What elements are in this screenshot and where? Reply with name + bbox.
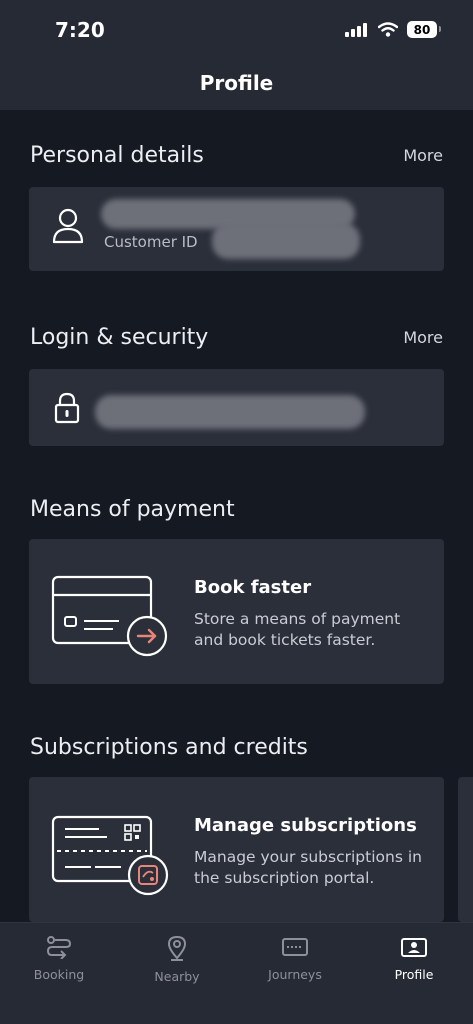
tab-profile-label: Profile (394, 967, 434, 982)
credit-card-arrow-icon (51, 575, 168, 657)
manage-subscriptions-card[interactable]: Manage subscriptions Manage your subscri… (29, 777, 444, 922)
location-pin-icon (167, 935, 187, 961)
lock-icon (54, 392, 80, 424)
signal-icon (345, 22, 367, 37)
tab-nearby[interactable]: Nearby (118, 923, 236, 993)
bottom-tab-bar: Booking Nearby Journeys Profile (0, 922, 473, 1024)
route-icon (46, 936, 72, 959)
customer-id-label: Customer ID (104, 233, 198, 251)
redacted-customer-id (212, 223, 360, 259)
book-faster-heading: Book faster (194, 577, 312, 598)
manage-subscriptions-heading: Manage subscriptions (194, 815, 417, 836)
personal-details-title: Personal details (30, 143, 204, 168)
tab-journeys-label: Journeys (268, 967, 322, 982)
profile-card-icon (401, 938, 427, 957)
book-faster-card[interactable]: Book faster Store a means of payment and… (29, 539, 444, 684)
status-time: 7:20 (55, 18, 105, 42)
status-icons: 80 (345, 21, 441, 38)
redacted-login (95, 395, 365, 429)
page-title: Profile (199, 71, 274, 95)
login-security-more-link[interactable]: More (403, 328, 443, 347)
wifi-icon (378, 22, 398, 37)
ticket-icon (282, 938, 308, 956)
tab-booking[interactable]: Booking (0, 923, 118, 993)
tab-profile[interactable]: Profile (355, 923, 473, 993)
tab-journeys[interactable]: Journeys (236, 923, 354, 993)
login-security-title: Login & security (30, 325, 209, 350)
personal-details-card[interactable]: Customer ID (29, 187, 444, 271)
battery-indicator: 80 (407, 21, 441, 38)
manage-subscriptions-description: Manage your subscriptions in the subscri… (194, 848, 422, 887)
top-bar: 7:20 80 Profile (0, 0, 473, 110)
personal-details-more-link[interactable]: More (403, 146, 443, 165)
means-of-payment-title: Means of payment (30, 497, 235, 522)
tab-nearby-label: Nearby (154, 969, 200, 984)
subscription-card-icon (51, 815, 169, 896)
subscriptions-credits-title: Subscriptions and credits (30, 735, 308, 760)
next-card-peek[interactable] (458, 777, 473, 922)
login-security-card[interactable] (29, 369, 444, 446)
book-faster-description: Store a means of payment and book ticket… (194, 610, 401, 649)
user-icon (52, 208, 84, 244)
tab-booking-label: Booking (33, 967, 85, 982)
